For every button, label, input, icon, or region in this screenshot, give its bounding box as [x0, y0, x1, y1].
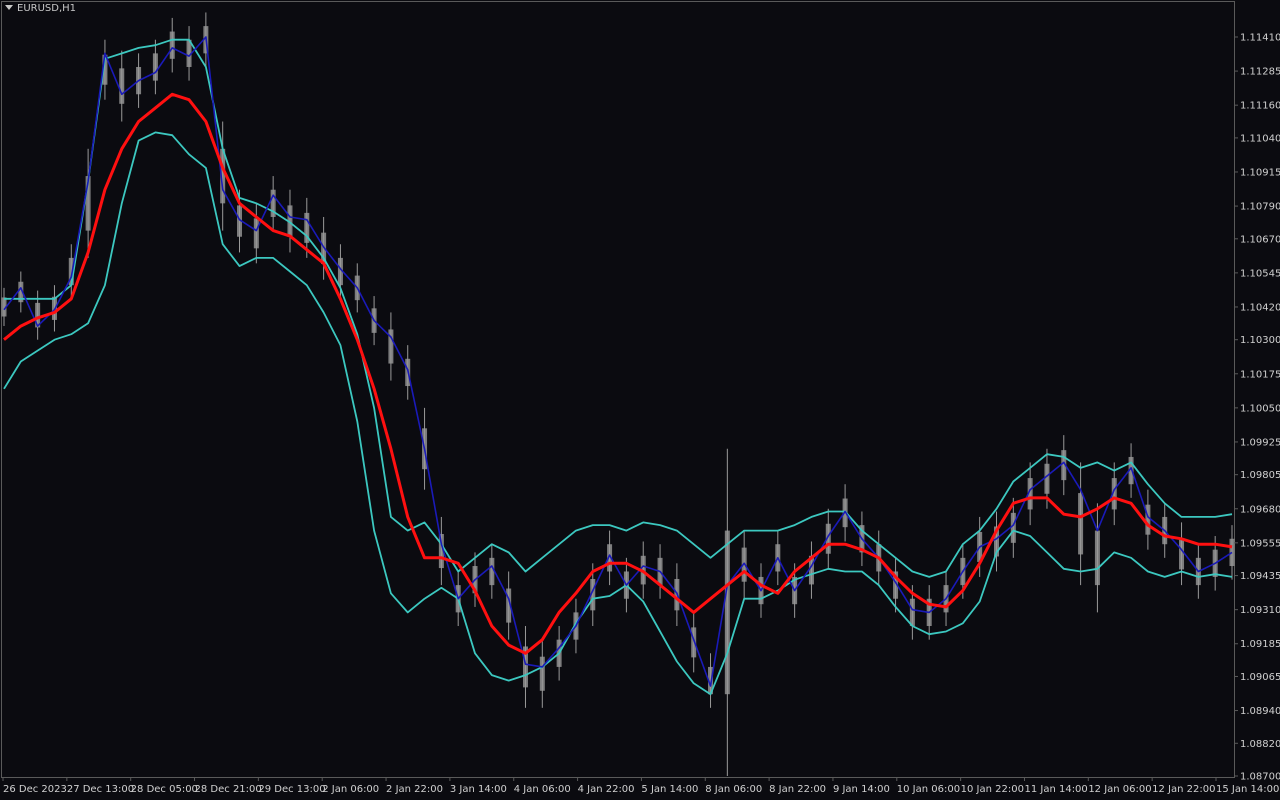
x-tick-label: 3 Jan 14:00 [450, 784, 507, 795]
x-tick-label: 27 Dec 13:00 [67, 784, 134, 795]
x-tick-label: 8 Jan 22:00 [769, 784, 826, 795]
x-tick-label: 10 Jan 22:00 [961, 784, 1024, 795]
x-tick-label: 12 Jan 06:00 [1088, 784, 1151, 795]
y-axis: 1.11410 1.11285 1.11160 1.11040 1.10915 1.107… [1234, 33, 1280, 783]
x-tick-label: 8 Jan 06:00 [705, 784, 762, 795]
x-tick-label: 4 Jan 22:00 [578, 784, 635, 795]
y-tick-label: 1.10175 [1240, 369, 1280, 380]
x-tick-label: 10 Jan 06:00 [897, 784, 960, 795]
x-tick-label: 12 Jan 22:00 [1152, 784, 1215, 795]
candle-body [539, 656, 545, 691]
candle-body [152, 53, 158, 81]
candle-body [1179, 538, 1185, 570]
y-tick-label: 1.10050 [1240, 403, 1280, 414]
x-tick-label: 2 Jan 06:00 [322, 784, 379, 795]
y-tick-label: 1.10915 [1240, 167, 1280, 178]
x-tick-label: 29 Dec 13:00 [258, 784, 325, 795]
series-lower-band [3, 131, 1233, 696]
candle-body [1078, 493, 1084, 555]
series-price [3, 36, 1233, 687]
y-tick-label: 1.09805 [1240, 470, 1280, 481]
x-tick-label: 15 Jan 14:00 [1216, 784, 1279, 795]
y-tick-label: 1.08820 [1240, 739, 1280, 750]
y-tick-label: 1.08700 [1240, 772, 1280, 783]
y-tick-label: 1.11285 [1240, 67, 1280, 78]
candles-layer [1, 12, 1235, 776]
y-tick-label: 1.10545 [1240, 268, 1280, 279]
y-tick-label: 1.10790 [1240, 202, 1280, 213]
candle-body [1229, 538, 1235, 567]
candle-body [724, 530, 730, 695]
x-tick-label: 5 Jan 14:00 [641, 784, 698, 795]
y-tick-label: 1.09925 [1240, 437, 1280, 448]
y-tick-label: 1.09680 [1240, 504, 1280, 515]
x-tick-label: 28 Dec 05:00 [131, 784, 198, 795]
y-tick-label: 1.10420 [1240, 302, 1280, 313]
candle-body [1145, 504, 1151, 535]
y-tick-label: 1.09435 [1240, 571, 1280, 582]
candle-body [909, 598, 915, 627]
candle-body [119, 68, 125, 104]
y-tick-label: 1.09185 [1240, 639, 1280, 650]
y-tick-label: 1.11040 [1240, 133, 1280, 144]
chart-svg: 1.11410 1.11285 1.11160 1.11040 1.10915 1.107… [1, 12, 1280, 795]
x-tick-label: 2 Jan 22:00 [386, 784, 443, 795]
candle-body [169, 31, 175, 59]
y-tick-label: 1.09555 [1240, 538, 1280, 549]
x-axis: 26 Dec 2023 27 Dec 13:0028 Dec 05:0028 De… [2, 777, 1279, 795]
x-tick-label: 9 Jan 14:00 [833, 784, 890, 795]
candle-body [489, 557, 495, 586]
candle-body [253, 218, 259, 249]
chart-area[interactable]: EURUSD,H1 1.11410 1.11285 1.11160 1.11040 1.… [0, 0, 1280, 800]
x-tick-label: 4 Jan 06:00 [514, 784, 571, 795]
y-tick-label: 1.09065 [1240, 672, 1280, 683]
y-tick-label: 1.09310 [1240, 605, 1280, 616]
x-tick-label: 28 Dec 21:00 [195, 784, 262, 795]
x-tick-label: 26 Dec 2023 [3, 784, 67, 795]
x-tick-label: 11 Jan 14:00 [1024, 784, 1087, 795]
candle-body [1044, 463, 1050, 494]
y-tick-label: 1.11410 [1240, 33, 1280, 44]
y-tick-label: 1.10300 [1240, 335, 1280, 346]
y-tick-label: 1.11160 [1240, 101, 1280, 112]
candle-body [1094, 530, 1100, 586]
series-layer [3, 36, 1233, 696]
series-upper-band [4, 38, 1233, 578]
y-tick-label: 1.10670 [1240, 234, 1280, 245]
y-tick-label: 1.08940 [1240, 706, 1280, 717]
candle-body [1010, 512, 1016, 543]
